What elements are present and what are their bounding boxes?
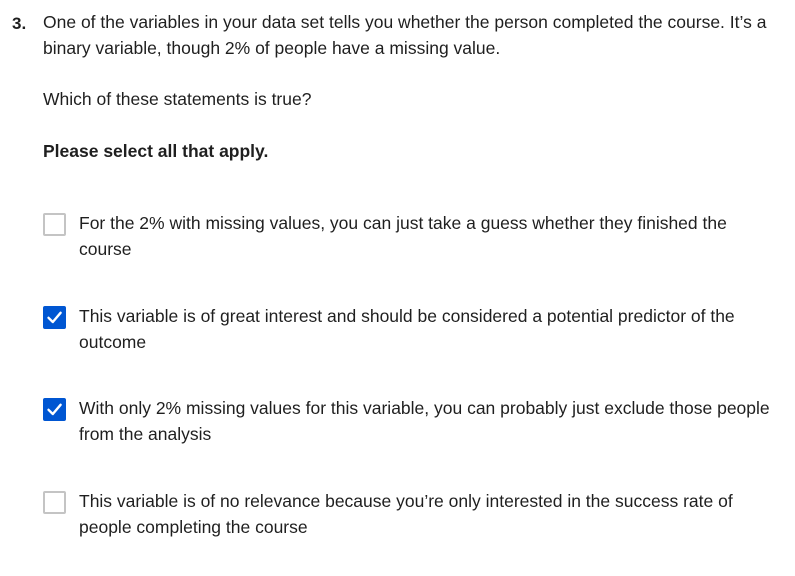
option-2-checkbox[interactable] bbox=[43, 306, 66, 329]
check-icon bbox=[47, 403, 62, 416]
select-all-instruction: Please select all that apply. bbox=[43, 141, 269, 161]
question-number: 3. bbox=[12, 14, 27, 33]
option-1-label[interactable]: For the 2% with missing values, you can … bbox=[79, 210, 773, 262]
option-3-label[interactable]: With only 2% missing values for this var… bbox=[79, 395, 773, 447]
option-3-checkbox[interactable] bbox=[43, 398, 66, 421]
question-sub-prompt: Which of these statements is true? bbox=[43, 89, 312, 109]
option-2-label[interactable]: This variable is of great interest and s… bbox=[79, 303, 773, 355]
check-icon bbox=[47, 311, 62, 324]
option-3[interactable]: With only 2% missing values for this var… bbox=[43, 395, 773, 447]
option-4[interactable]: This variable is of no relevance because… bbox=[43, 488, 773, 540]
option-4-checkbox[interactable] bbox=[43, 491, 66, 514]
question-prompt: One of the variables in your data set te… bbox=[43, 12, 767, 58]
option-1-checkbox[interactable] bbox=[43, 213, 66, 236]
option-1[interactable]: For the 2% with missing values, you can … bbox=[43, 210, 773, 262]
option-2[interactable]: This variable is of great interest and s… bbox=[43, 303, 773, 355]
option-4-label[interactable]: This variable is of no relevance because… bbox=[79, 488, 773, 540]
